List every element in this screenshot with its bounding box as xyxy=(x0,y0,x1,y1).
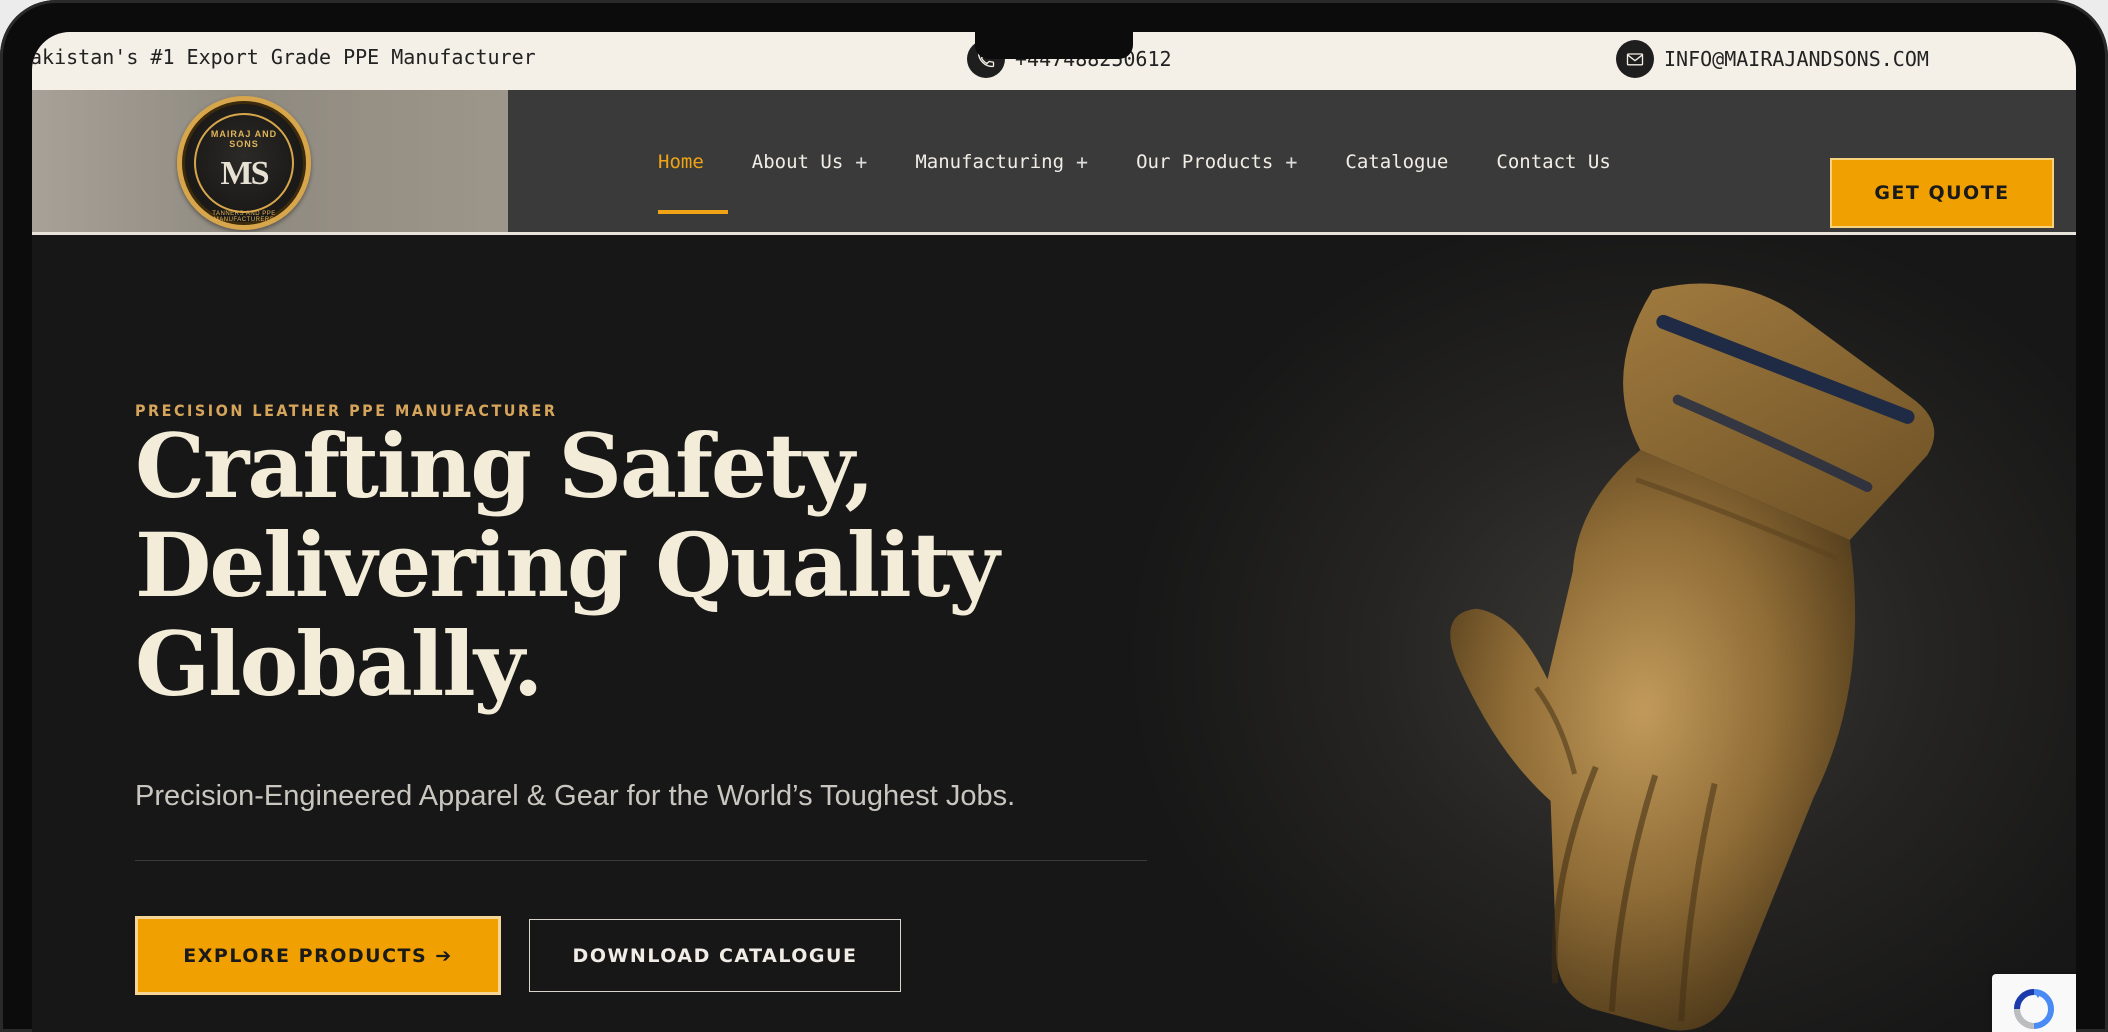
nav-manufacturing[interactable]: Manufacturing + xyxy=(891,90,1112,234)
hero-headline: Crafting Safety, Delivering Quality Glob… xyxy=(135,417,1035,714)
company-logo[interactable]: MAIRAJ AND SONS MS TANNERS AND PPE MANUF… xyxy=(177,96,311,230)
nav-about-us[interactable]: About Us + xyxy=(728,90,892,234)
leather-glove-image xyxy=(1450,283,1935,1031)
browser-viewport: akistan's #1 Export Grade PPE Manufactur… xyxy=(32,32,2076,1032)
envelope-icon xyxy=(1616,40,1654,78)
headline-line-1: Crafting Safety, xyxy=(135,414,875,518)
hero-section: PRECISION LEATHER PPE MANUFACTURER Craft… xyxy=(32,235,2076,1032)
logo-ring: MAIRAJ AND SONS MS TANNERS AND PPE MANUF… xyxy=(194,113,294,223)
hero-divider xyxy=(135,860,1147,861)
plus-icon: + xyxy=(1076,150,1089,174)
nav-contact-label: Contact Us xyxy=(1496,151,1611,173)
nav-about-label: About Us xyxy=(751,151,844,173)
logo-bottom-text: TANNERS AND PPE MANUFACTURERS xyxy=(212,211,276,223)
device-frame: akistan's #1 Export Grade PPE Manufactur… xyxy=(0,0,2108,1032)
hero-subheading: Precision-Engineered Apparel & Gear for … xyxy=(135,780,1016,812)
email-address[interactable]: INFO@MAIRAJANDSONS.COM xyxy=(1664,47,1929,71)
email-contact[interactable]: INFO@MAIRAJANDSONS.COM xyxy=(1616,40,1929,78)
nav-catalogue[interactable]: Catalogue xyxy=(1321,90,1472,234)
camera-notch xyxy=(975,32,1133,59)
nav-home-label: Home xyxy=(658,151,704,173)
logo-panel: MAIRAJ AND SONS MS TANNERS AND PPE MANUF… xyxy=(32,90,508,234)
plus-icon: + xyxy=(1285,150,1298,174)
nav-catalogue-label: Catalogue xyxy=(1345,151,1449,173)
nav-products-label: Our Products xyxy=(1136,151,1274,173)
nav-contact-us[interactable]: Contact Us xyxy=(1472,90,1634,234)
plus-icon: + xyxy=(855,150,868,174)
main-header: MAIRAJ AND SONS MS TANNERS AND PPE MANUF… xyxy=(32,90,2076,234)
explore-products-button[interactable]: EXPLORE PRODUCTS ➔ xyxy=(135,916,501,995)
download-catalogue-button[interactable]: DOWNLOAD CATALOGUE xyxy=(529,919,901,992)
tagline: akistan's #1 Export Grade PPE Manufactur… xyxy=(32,45,536,69)
recaptcha-icon xyxy=(2014,989,2054,1029)
main-nav: Home About Us + Manufacturing + Our Prod… xyxy=(634,90,1635,234)
recaptcha-badge[interactable] xyxy=(1992,974,2076,1032)
get-quote-button[interactable]: GET QUOTE xyxy=(1830,158,2054,228)
logo-top-text: MAIRAJ AND SONS xyxy=(210,129,278,149)
headline-line-3: Globally. xyxy=(135,612,543,716)
logo-monogram: MS xyxy=(220,155,270,192)
nav-home[interactable]: Home xyxy=(634,90,728,234)
headline-line-2: Delivering Quality xyxy=(135,513,1000,617)
nav-our-products[interactable]: Our Products + xyxy=(1112,90,1321,234)
nav-manufacturing-label: Manufacturing xyxy=(915,151,1065,173)
